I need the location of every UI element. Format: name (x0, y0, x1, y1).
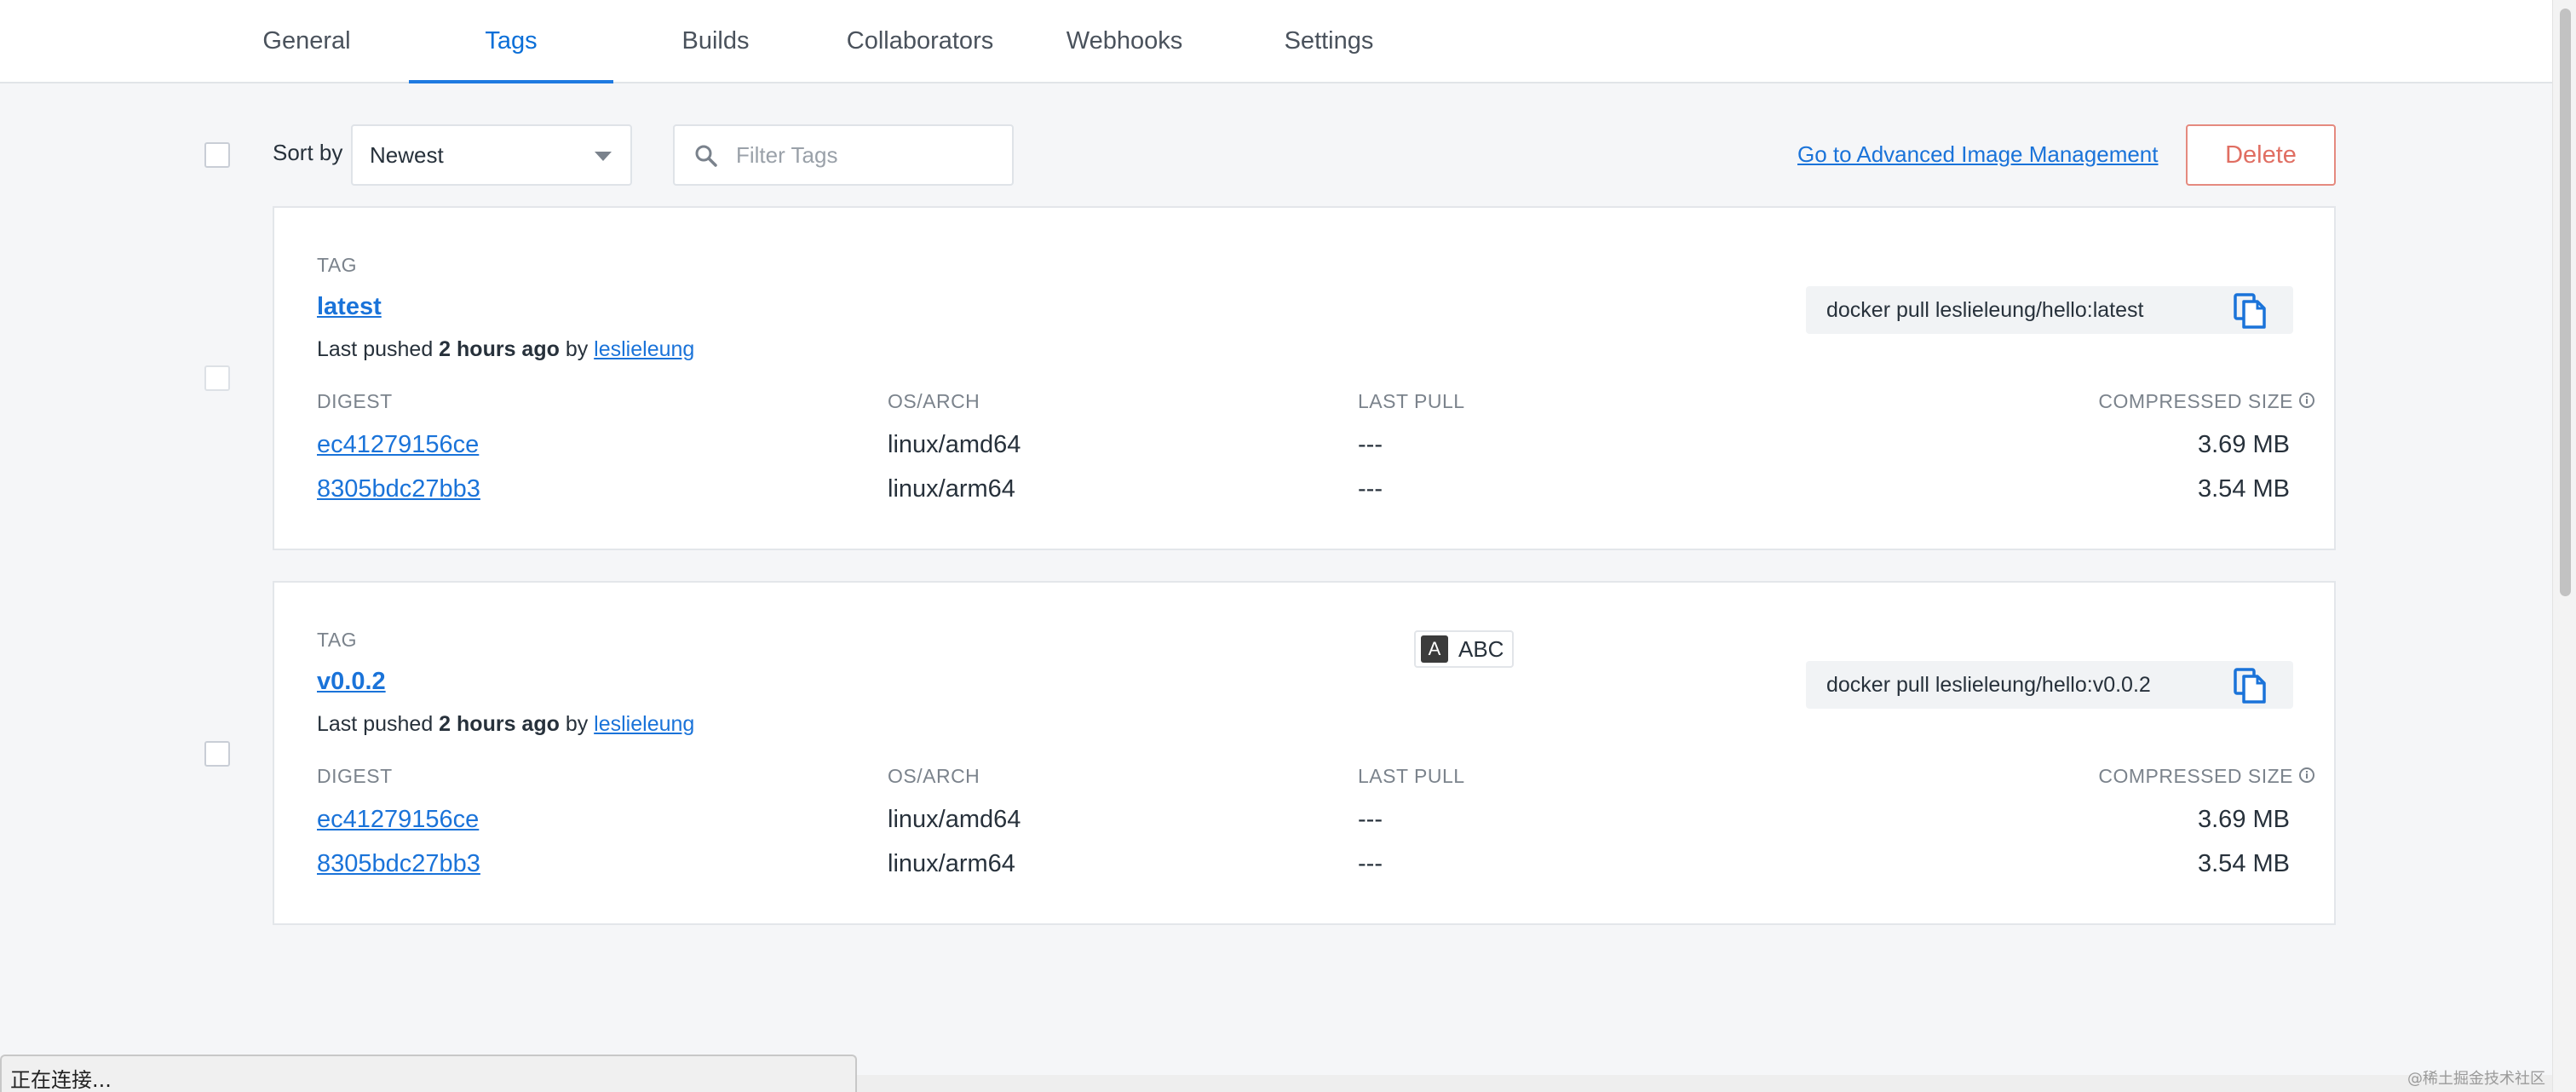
ime-badge-text: ABC (1458, 635, 1504, 662)
last-pushed-info: Last pushed 2 hours ago by leslieleung (317, 337, 694, 362)
pushed-time: 2 hours ago (439, 337, 560, 361)
sort-select[interactable]: Newest (351, 124, 632, 186)
watermark: @稀土掘金技术社区 (2407, 1070, 2545, 1088)
last-pushed-info: Last pushed 2 hours ago by leslieleung (317, 712, 694, 737)
search-icon (693, 143, 719, 173)
tab-label: Builds (681, 26, 750, 55)
compressed-size-label: COMPRESSED SIZE (2098, 765, 2293, 787)
pushed-prefix: Last pushed (317, 337, 434, 361)
compressed-size-value: 3.69 MB (2198, 806, 2290, 833)
pushed-by-word: by (565, 712, 589, 736)
compressed-size-value: 3.69 MB (2198, 431, 2290, 458)
tab-settings[interactable]: Settings (1227, 0, 1431, 82)
tag-checkbox[interactable] (204, 365, 230, 391)
digest-link[interactable]: ec41279156ce (317, 431, 479, 459)
last-pull-value: --- (1358, 431, 1383, 458)
sort-label: Sort by (273, 140, 343, 165)
info-icon[interactable] (2298, 766, 2315, 789)
tab-label: Settings (1284, 26, 1374, 55)
tag-name-link[interactable]: latest (317, 293, 382, 321)
pull-command-text: docker pull leslieleung/hello:v0.0.2 (1826, 672, 2151, 697)
os-arch-value: linux/amd64 (888, 431, 1021, 458)
digest-column-header: DIGEST (317, 390, 393, 412)
tab-label: Tags (485, 26, 538, 55)
browser-status-bar: 正在连接... (0, 1055, 857, 1092)
last-pull-value: --- (1358, 806, 1383, 833)
os-arch-column-header: OS/ARCH (888, 765, 980, 787)
compressed-size-value: 3.54 MB (2198, 850, 2290, 877)
last-pull-value: --- (1358, 475, 1383, 503)
info-icon[interactable] (2298, 391, 2315, 414)
ime-input-badge: A ABC (1414, 630, 1515, 668)
copy-icon[interactable] (2232, 664, 2269, 711)
docker-pull-command: docker pull leslieleung/hello:latest (1806, 286, 2293, 334)
advanced-image-management-link[interactable]: Go to Advanced Image Management (1797, 141, 2159, 168)
os-arch-column-header: OS/ARCH (888, 390, 980, 412)
tab-label: Webhooks (1066, 26, 1183, 55)
compressed-size-column-header: COMPRESSED SIZE (2098, 390, 2315, 414)
pushed-time: 2 hours ago (439, 712, 560, 736)
copy-icon[interactable] (2232, 290, 2269, 336)
tag-name-link[interactable]: v0.0.2 (317, 668, 386, 696)
pull-command-text: docker pull leslieleung/hello:latest (1826, 297, 2144, 322)
delete-button[interactable]: Delete (2186, 124, 2336, 186)
compressed-size-column-header: COMPRESSED SIZE (2098, 765, 2315, 789)
bottom-bar (857, 1075, 2552, 1092)
pushed-prefix: Last pushed (317, 712, 434, 736)
vertical-scrollbar[interactable] (2552, 0, 2576, 1092)
docker-pull-command: docker pull leslieleung/hello:v0.0.2 (1806, 661, 2293, 709)
caret-down-icon (595, 152, 612, 161)
compressed-size-value: 3.54 MB (2198, 475, 2290, 503)
tab-label: Collaborators (846, 26, 994, 55)
sort-value: Newest (370, 141, 444, 168)
tab-tags[interactable]: Tags (409, 0, 613, 83)
pushed-by-word: by (565, 337, 589, 361)
last-pull-column-header: LAST PULL (1358, 390, 1465, 412)
os-arch-value: linux/arm64 (888, 850, 1015, 877)
tab-collaborators[interactable]: Collaborators (818, 0, 1022, 82)
tab-label: General (262, 26, 351, 55)
filter-tags-input[interactable] (736, 141, 992, 169)
os-arch-value: linux/amd64 (888, 806, 1021, 833)
tag-column-header: TAG (317, 254, 358, 276)
tag-card: TAG latest Last pushed 2 hours ago by le… (273, 206, 2336, 550)
tab-webhooks[interactable]: Webhooks (1022, 0, 1227, 82)
tab-bar: General Tags Builds Collaborators Webhoo… (0, 0, 2552, 83)
tag-card: TAG A ABC v0.0.2 Last pushed 2 hours ago… (273, 581, 2336, 925)
last-pull-column-header: LAST PULL (1358, 765, 1465, 787)
tag-column-header: TAG (317, 629, 358, 651)
os-arch-value: linux/arm64 (888, 475, 1015, 503)
compressed-size-label: COMPRESSED SIZE (2098, 390, 2293, 412)
digest-link[interactable]: 8305bdc27bb3 (317, 475, 480, 503)
scrollbar-thumb[interactable] (2560, 9, 2571, 596)
pushed-by-user-link[interactable]: leslieleung (594, 337, 694, 361)
last-pull-value: --- (1358, 850, 1383, 877)
tab-builds[interactable]: Builds (613, 0, 818, 82)
digest-link[interactable]: 8305bdc27bb3 (317, 850, 480, 878)
tag-checkbox[interactable] (204, 741, 230, 767)
pushed-by-user-link[interactable]: leslieleung (594, 712, 694, 736)
tab-general[interactable]: General (204, 0, 409, 82)
digest-column-header: DIGEST (317, 765, 393, 787)
ime-letter-icon: A (1421, 635, 1448, 663)
filter-tags-field[interactable] (673, 124, 1014, 186)
digest-link[interactable]: ec41279156ce (317, 806, 479, 834)
select-all-checkbox[interactable] (204, 142, 230, 168)
